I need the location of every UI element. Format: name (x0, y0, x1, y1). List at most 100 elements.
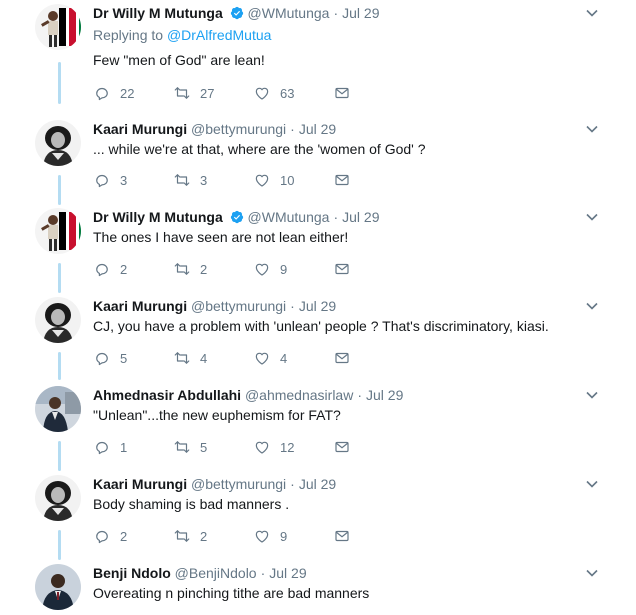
retweet-count: 3 (200, 172, 208, 188)
reply-count: 1 (120, 439, 128, 455)
author-handle[interactable]: @BenjiNdolo (175, 565, 257, 581)
heart-icon (255, 87, 269, 100)
tweet[interactable]: Ahmednasir Abdullahi @ahmednasirlaw · Jul … (0, 386, 636, 471)
timestamp[interactable]: Jul 29 (269, 565, 306, 581)
retweet-button[interactable]: 4 (173, 348, 207, 368)
retweet-icon (174, 530, 190, 542)
tweet-header: Kaari Murungi @bettymurungi · Jul 29 (93, 475, 336, 493)
replying-to: Replying to @DrAlfredMutua (93, 26, 271, 44)
like-button[interactable]: 63 (253, 83, 294, 103)
avatar[interactable] (35, 475, 81, 521)
author-handle[interactable]: @bettymurungi (191, 298, 286, 314)
reply-button[interactable]: 1 (93, 437, 127, 457)
tweet[interactable]: Dr Willy M Mutunga @WMutunga · Jul 29 Repl… (0, 4, 636, 104)
avatar[interactable] (35, 4, 81, 50)
tweet-header: Kaari Murungi @bettymurungi · Jul 29 (93, 120, 336, 138)
author-name[interactable]: Kaari Murungi (93, 121, 187, 137)
retweet-count: 2 (200, 261, 208, 277)
timestamp[interactable]: Jul 29 (299, 121, 336, 137)
envelope-icon (335, 530, 349, 542)
chevron-down-icon[interactable] (585, 210, 599, 224)
retweet-button[interactable]: 27 (173, 83, 214, 103)
heart-icon (255, 352, 269, 365)
retweet-icon (174, 441, 190, 453)
avatar[interactable] (35, 208, 81, 254)
author-name[interactable]: Dr Willy M Mutunga (93, 5, 223, 21)
retweet-icon (174, 87, 190, 99)
tweet[interactable]: Dr Willy M Mutunga @WMutunga · Jul 29 The … (0, 208, 636, 293)
tweet-actions: 2 2 9 (93, 526, 393, 546)
chevron-down-icon[interactable] (585, 566, 599, 580)
avatar[interactable] (35, 120, 81, 166)
tweet-header: Kaari Murungi @bettymurungi · Jul 29 (93, 297, 336, 315)
chevron-down-icon[interactable] (585, 122, 599, 136)
author-name[interactable]: Kaari Murungi (93, 298, 187, 314)
timestamp[interactable]: Jul 29 (342, 5, 379, 21)
tweet[interactable]: Kaari Murungi @bettymurungi · Jul 29 ... w… (0, 120, 636, 205)
thread-line (58, 263, 61, 293)
author-handle[interactable]: @WMutunga (248, 5, 330, 21)
author-name[interactable]: Benji Ndolo (93, 565, 171, 581)
reply-icon (96, 263, 108, 277)
reply-count: 3 (120, 172, 128, 188)
avatar[interactable] (35, 564, 81, 610)
retweet-button[interactable]: 2 (173, 259, 207, 279)
retweet-button[interactable]: 2 (173, 526, 207, 546)
author-handle[interactable]: @ahmednasirlaw (245, 387, 353, 403)
chevron-down-icon[interactable] (585, 477, 599, 491)
reply-icon (96, 352, 108, 366)
like-button[interactable]: 4 (253, 348, 287, 368)
replying-to-label: Replying to (93, 27, 164, 43)
tweet-actions: 1 5 12 (93, 437, 393, 457)
like-button[interactable]: 12 (253, 437, 294, 457)
reply-count: 22 (120, 85, 135, 101)
tweet-text: Overeating n pinching tithe are bad mann… (93, 585, 370, 601)
tweet-actions: 2 2 9 (93, 259, 393, 279)
tweet[interactable]: Kaari Murungi @bettymurungi · Jul 29 Body … (0, 475, 636, 560)
timestamp[interactable]: Jul 29 (366, 387, 403, 403)
timestamp[interactable]: Jul 29 (342, 209, 379, 225)
timestamp[interactable]: Jul 29 (299, 298, 336, 314)
reply-icon (96, 441, 108, 455)
reply-count: 2 (120, 261, 128, 277)
author-name[interactable]: Dr Willy M Mutunga (93, 209, 223, 225)
like-count: 9 (280, 261, 288, 277)
chevron-down-icon[interactable] (585, 388, 599, 402)
thread-line (58, 441, 61, 471)
reply-count: 2 (120, 528, 128, 544)
timestamp[interactable]: Jul 29 (299, 476, 336, 492)
replying-to-link[interactable]: @DrAlfredMutua (167, 27, 271, 43)
author-handle[interactable]: @bettymurungi (191, 121, 286, 137)
author-name[interactable]: Kaari Murungi (93, 476, 187, 492)
direct-message-button[interactable] (333, 170, 351, 190)
direct-message-button[interactable] (333, 437, 351, 457)
retweet-button[interactable]: 5 (173, 437, 207, 457)
direct-message-button[interactable] (333, 259, 351, 279)
author-name[interactable]: Ahmednasir Abdullahi (93, 387, 241, 403)
retweet-count: 27 (200, 85, 215, 101)
direct-message-button[interactable] (333, 526, 351, 546)
reply-button[interactable]: 22 (93, 83, 134, 103)
chevron-down-icon[interactable] (585, 6, 599, 20)
direct-message-button[interactable] (333, 83, 351, 103)
like-button[interactable]: 9 (253, 526, 287, 546)
like-button[interactable]: 9 (253, 259, 287, 279)
author-handle[interactable]: @bettymurungi (191, 476, 286, 492)
reply-button[interactable]: 2 (93, 526, 127, 546)
separator: · (290, 121, 295, 137)
reply-button[interactable]: 5 (93, 348, 127, 368)
tweet[interactable]: Benji Ndolo @BenjiNdolo · Jul 29 Overeatin… (0, 564, 636, 615)
like-count: 63 (280, 85, 295, 101)
tweet[interactable]: Kaari Murungi @bettymurungi · Jul 29 CJ, y… (0, 297, 636, 380)
chevron-down-icon[interactable] (585, 299, 599, 313)
avatar[interactable] (35, 297, 81, 343)
tweet-actions: 3 3 10 (93, 170, 393, 190)
direct-message-button[interactable] (333, 348, 351, 368)
retweet-button[interactable]: 3 (173, 170, 207, 190)
separator: · (333, 5, 339, 21)
avatar[interactable] (35, 386, 81, 432)
like-button[interactable]: 10 (253, 170, 294, 190)
reply-button[interactable]: 3 (93, 170, 127, 190)
reply-button[interactable]: 2 (93, 259, 127, 279)
author-handle[interactable]: @WMutunga (248, 209, 330, 225)
